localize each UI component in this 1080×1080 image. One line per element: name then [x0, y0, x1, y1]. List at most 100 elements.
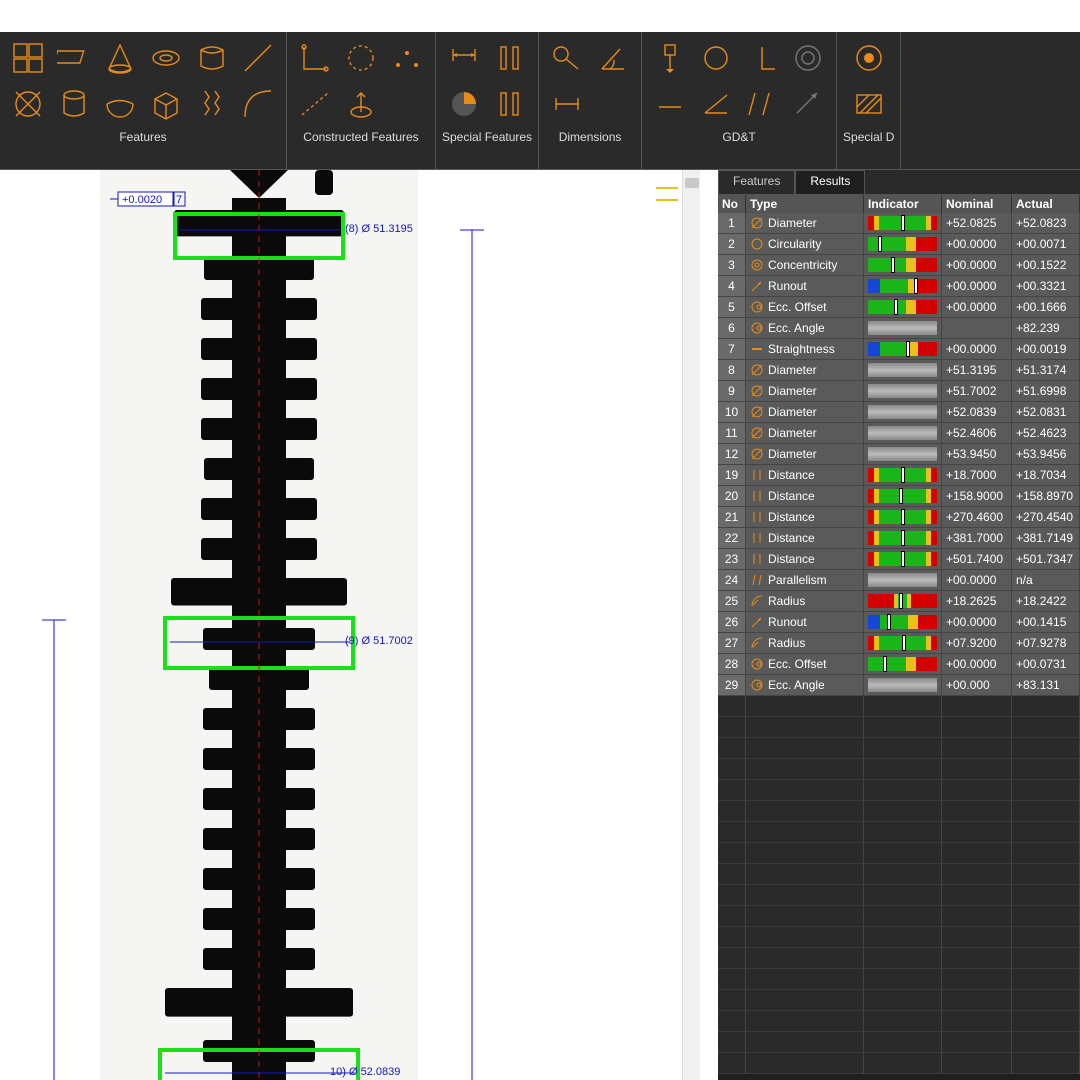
empty-cell	[1012, 738, 1080, 759]
tool-corner-icon[interactable]	[293, 36, 337, 80]
tool-pts-icon[interactable]	[385, 36, 429, 80]
row-indicator	[864, 549, 942, 570]
tool-dcircle-icon[interactable]	[339, 36, 383, 80]
row-actual: +270.4540	[1012, 507, 1080, 528]
tab-features[interactable]: Features	[718, 170, 795, 194]
row-no[interactable]: 2	[718, 234, 746, 255]
tool-bars-icon[interactable]	[488, 36, 532, 80]
tool-arc-icon[interactable]	[236, 82, 280, 126]
viewport-scrollbar[interactable]	[682, 170, 700, 1080]
column-header-indicator[interactable]: Indicator	[864, 195, 942, 213]
row-no[interactable]: 27	[718, 633, 746, 654]
tool-zig-icon[interactable]	[190, 82, 234, 126]
tool-pie-icon[interactable]	[442, 82, 486, 126]
row-type[interactable]: Distance	[746, 528, 864, 549]
tool-runout-icon[interactable]	[786, 82, 830, 126]
empty-cell	[746, 990, 864, 1011]
tool-dim-icon[interactable]	[442, 36, 486, 80]
tool-bars-icon[interactable]	[488, 82, 532, 126]
tool-grid-icon[interactable]	[6, 36, 50, 80]
row-no[interactable]: 5	[718, 297, 746, 318]
row-indicator	[864, 339, 942, 360]
row-no[interactable]: 11	[718, 423, 746, 444]
row-type[interactable]: Radius	[746, 591, 864, 612]
row-no[interactable]: 26	[718, 612, 746, 633]
row-actual: +00.3321	[1012, 276, 1080, 297]
row-type[interactable]: Distance	[746, 465, 864, 486]
row-type[interactable]: Ecc. Offset	[746, 654, 864, 675]
tool-dline-icon[interactable]	[293, 82, 337, 126]
tool-cone-icon[interactable]	[98, 36, 142, 80]
row-no[interactable]: 20	[718, 486, 746, 507]
tool-datum-icon[interactable]	[648, 36, 692, 80]
tool-cross-icon[interactable]	[6, 82, 50, 126]
tool-cyl2-icon[interactable]	[52, 82, 96, 126]
row-type[interactable]: Radius	[746, 633, 864, 654]
empty-cell	[746, 969, 864, 990]
tool-hdim-icon[interactable]	[545, 82, 589, 126]
tool-perp-icon[interactable]	[740, 36, 784, 80]
column-header-actual[interactable]: Actual	[1012, 195, 1080, 213]
tool-dimc-icon[interactable]	[545, 36, 589, 80]
row-no[interactable]: 1	[718, 213, 746, 234]
tool-line-icon[interactable]	[236, 36, 280, 80]
row-type[interactable]: Diameter	[746, 213, 864, 234]
tool-torus-icon[interactable]	[144, 36, 188, 80]
tool-conc-icon[interactable]	[786, 36, 830, 80]
row-type[interactable]: Distance	[746, 549, 864, 570]
row-no[interactable]: 28	[718, 654, 746, 675]
row-no[interactable]: 7	[718, 339, 746, 360]
tool-gcircle-icon[interactable]	[694, 36, 738, 80]
row-type[interactable]: Diameter	[746, 360, 864, 381]
column-header-nominal[interactable]: Nominal	[942, 195, 1012, 213]
row-type[interactable]: Distance	[746, 507, 864, 528]
tool-box-icon[interactable]	[144, 82, 188, 126]
empty-cell	[864, 1053, 942, 1074]
column-header-type[interactable]: Type	[746, 195, 864, 213]
row-no[interactable]: 23	[718, 549, 746, 570]
row-no[interactable]: 19	[718, 465, 746, 486]
row-type[interactable]: Diameter	[746, 423, 864, 444]
row-type[interactable]: Ecc. Angle	[746, 318, 864, 339]
row-type[interactable]: Parallelism	[746, 570, 864, 591]
results-panel: FeaturesResults NoTypeIndicatorNominalAc…	[718, 170, 1080, 1080]
tool-cylinder-icon[interactable]	[190, 36, 234, 80]
column-header-no[interactable]: No	[718, 195, 746, 213]
row-type[interactable]: Diameter	[746, 444, 864, 465]
row-no[interactable]: 6	[718, 318, 746, 339]
row-no[interactable]: 10	[718, 402, 746, 423]
row-type[interactable]: Straightness	[746, 339, 864, 360]
tool-angle-icon[interactable]	[591, 36, 635, 80]
tool-ang2-icon[interactable]	[694, 82, 738, 126]
row-no[interactable]: 3	[718, 255, 746, 276]
row-no[interactable]: 12	[718, 444, 746, 465]
tool-sphere-icon[interactable]	[98, 82, 142, 126]
row-type[interactable]: Distance	[746, 486, 864, 507]
tool-extrude-icon[interactable]	[339, 82, 383, 126]
tool-flat-icon[interactable]	[648, 82, 692, 126]
row-no[interactable]: 8	[718, 360, 746, 381]
row-type[interactable]: Concentricity	[746, 255, 864, 276]
row-no[interactable]: 29	[718, 675, 746, 696]
row-type[interactable]: Runout	[746, 276, 864, 297]
scrollbar-thumb[interactable]	[685, 178, 699, 188]
row-no[interactable]: 9	[718, 381, 746, 402]
tool-hatch-icon[interactable]	[847, 82, 891, 126]
row-type[interactable]: Diameter	[746, 381, 864, 402]
row-type[interactable]: Ecc. Offset	[746, 297, 864, 318]
cad-viewport[interactable]: (8) Ø 51.3195 (9) Ø 51.7002 10) Ø 52.083…	[0, 170, 720, 1080]
row-no[interactable]: 25	[718, 591, 746, 612]
row-no[interactable]: 24	[718, 570, 746, 591]
tool-plane-icon[interactable]	[52, 36, 96, 80]
row-type[interactable]: Circularity	[746, 234, 864, 255]
row-type[interactable]: Diameter	[746, 402, 864, 423]
tool-concfill-icon[interactable]	[847, 36, 891, 80]
tool-para-icon[interactable]	[740, 82, 784, 126]
row-no[interactable]: 4	[718, 276, 746, 297]
row-no[interactable]: 21	[718, 507, 746, 528]
row-type[interactable]: Runout	[746, 612, 864, 633]
row-no[interactable]: 22	[718, 528, 746, 549]
row-type[interactable]: Ecc. Angle	[746, 675, 864, 696]
tab-results[interactable]: Results	[795, 170, 865, 194]
row-indicator	[864, 633, 942, 654]
